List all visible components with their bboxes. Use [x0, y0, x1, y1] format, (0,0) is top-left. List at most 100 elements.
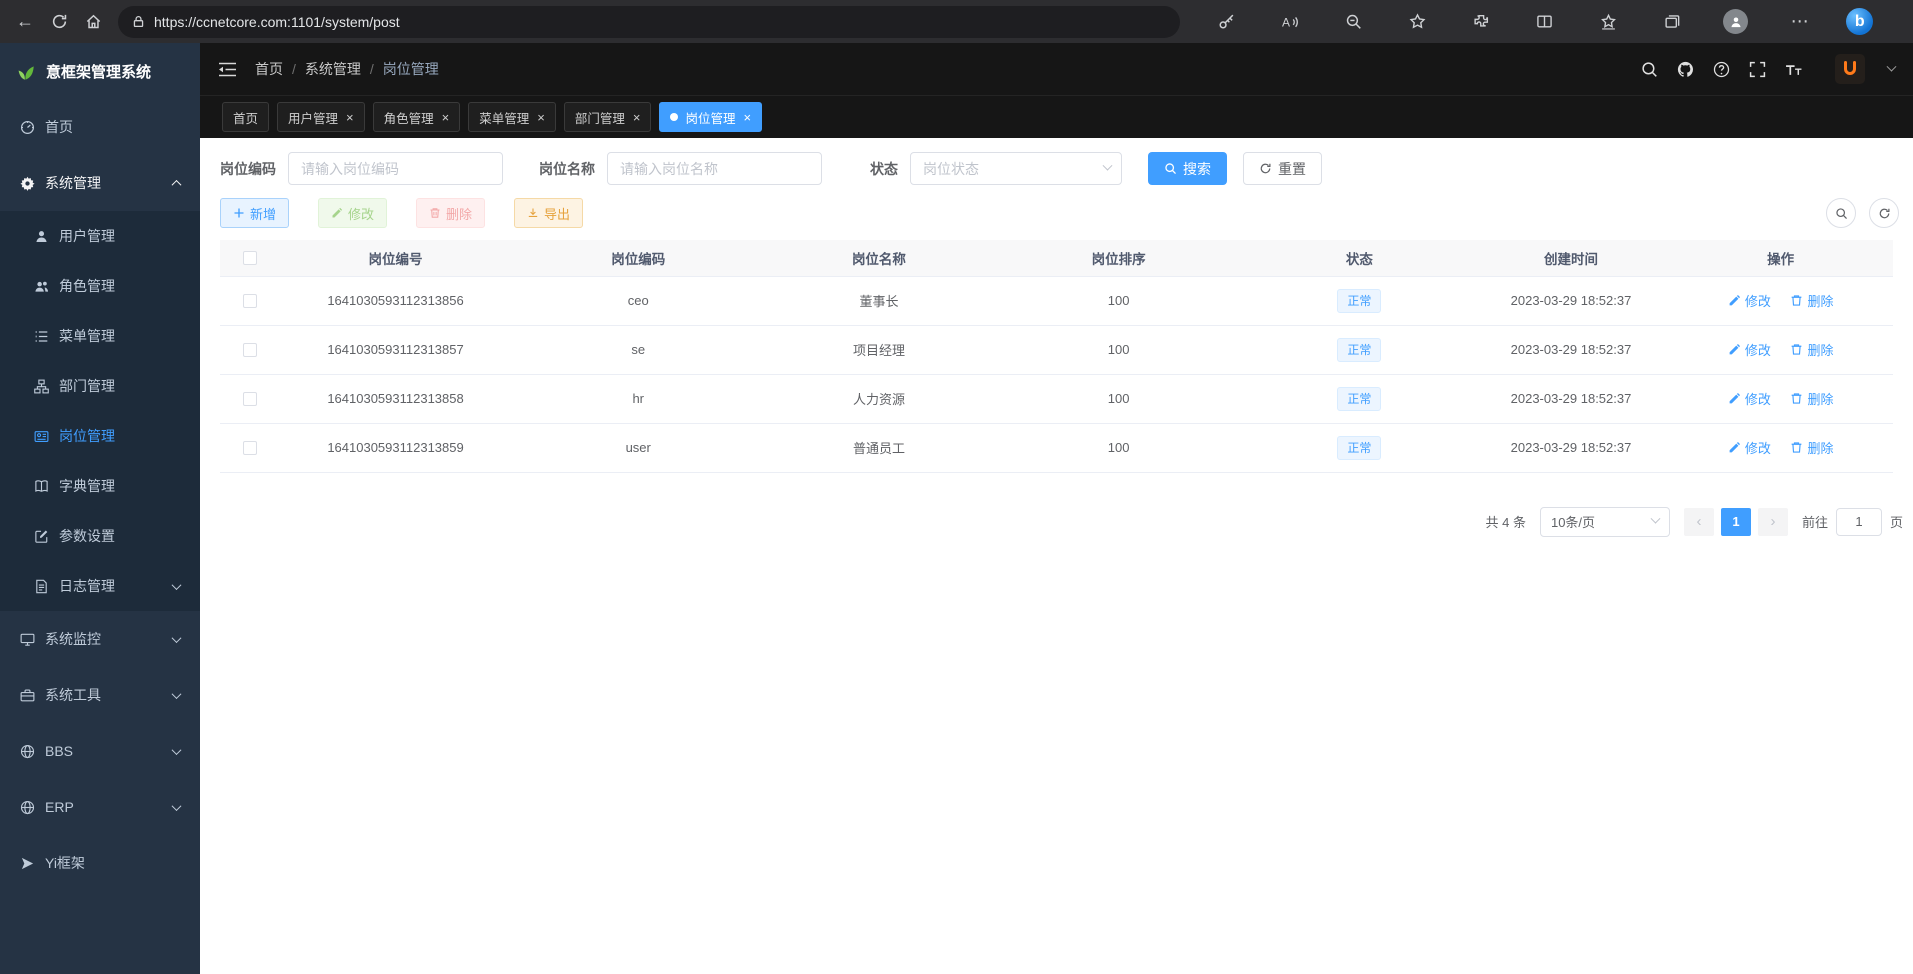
breadcrumb-item-home[interactable]: 首页: [255, 59, 283, 79]
tab-close-icon[interactable]: ×: [537, 111, 545, 124]
gear-icon: [20, 176, 35, 191]
tab-user-management[interactable]: 用户管理 ×: [277, 102, 365, 132]
next-page-button[interactable]: ›: [1758, 508, 1788, 536]
row-checkbox[interactable]: [243, 392, 257, 406]
avatar-caret-icon[interactable]: [1887, 61, 1897, 71]
add-button[interactable]: 新增: [220, 198, 289, 228]
cell-created-time: 2023-03-29 18:52:37: [1474, 423, 1669, 472]
font-size-icon[interactable]: [1785, 61, 1802, 78]
sidebar-item-dictionary[interactable]: 字典管理: [0, 461, 200, 511]
row-edit-link[interactable]: 修改: [1728, 438, 1771, 457]
cell-post-sort: 100: [992, 325, 1245, 374]
tab-post-management[interactable]: 岗位管理 ×: [659, 102, 762, 132]
goto-page-input[interactable]: [1836, 508, 1882, 536]
toggle-search-button[interactable]: [1826, 198, 1856, 228]
passwords-key-icon[interactable]: [1210, 6, 1244, 38]
tab-close-icon[interactable]: ×: [346, 111, 354, 124]
sidebar-item-menus[interactable]: 菜单管理: [0, 311, 200, 361]
sidebar-item-home[interactable]: 首页: [0, 99, 200, 155]
row-delete-link[interactable]: 删除: [1790, 389, 1833, 408]
row-delete-link[interactable]: 删除: [1790, 291, 1833, 310]
user-avatar[interactable]: [1835, 54, 1865, 84]
extensions-icon[interactable]: [1464, 6, 1498, 38]
search-button-label: 搜索: [1183, 159, 1211, 179]
sidebar-item-logs[interactable]: 日志管理: [0, 561, 200, 611]
browser-actions: A ⋯ b: [1180, 6, 1903, 38]
row-edit-link[interactable]: 修改: [1728, 340, 1771, 359]
select-all-checkbox[interactable]: [243, 251, 257, 265]
favorites-icon[interactable]: [1592, 6, 1626, 38]
menu-fold-icon[interactable]: [218, 62, 237, 77]
search-icon[interactable]: [1641, 61, 1658, 78]
current-page-button[interactable]: 1: [1721, 508, 1751, 536]
github-icon[interactable]: [1677, 61, 1694, 78]
prev-page-button[interactable]: ‹: [1684, 508, 1714, 536]
edit-button[interactable]: 修改: [318, 198, 387, 228]
sidebar-item-monitoring[interactable]: 系统监控: [0, 611, 200, 667]
logo-leaf-icon: [14, 60, 36, 82]
read-aloud-icon[interactable]: A: [1273, 6, 1307, 38]
sidebar-item-erp[interactable]: ERP: [0, 779, 200, 835]
page-buttons: ‹ 1 ›: [1684, 508, 1788, 536]
collections-icon[interactable]: [1655, 6, 1689, 38]
export-button-label: 导出: [544, 204, 570, 223]
tab-close-icon[interactable]: ×: [743, 111, 751, 124]
delete-button[interactable]: 删除: [416, 198, 485, 228]
user-icon: [34, 229, 49, 244]
export-button[interactable]: 导出: [514, 198, 583, 228]
profile-avatar[interactable]: [1719, 6, 1753, 38]
tab-home[interactable]: 首页: [222, 102, 269, 132]
add-favorite-icon[interactable]: [1401, 6, 1435, 38]
header-status: 状态: [1245, 240, 1474, 276]
tab-close-icon[interactable]: ×: [633, 111, 641, 124]
sidebar-item-roles[interactable]: 角色管理: [0, 261, 200, 311]
fullscreen-icon[interactable]: [1749, 61, 1766, 78]
refresh-table-button[interactable]: [1869, 198, 1899, 228]
sidebar-item-bbs[interactable]: BBS: [0, 723, 200, 779]
split-screen-icon[interactable]: [1528, 6, 1562, 38]
goto-page: 前往 页: [1802, 508, 1903, 536]
sidebar-item-label: 系统工具: [45, 685, 101, 705]
sidebar-item-departments[interactable]: 部门管理: [0, 361, 200, 411]
cell-post-code: se: [511, 325, 766, 374]
page-size-select[interactable]: 10条/页: [1540, 507, 1670, 537]
status-select[interactable]: 岗位状态: [910, 152, 1122, 185]
table-row: 1641030593112313859 user 普通员工 100 正常 202…: [220, 423, 1893, 472]
sidebar-item-tools[interactable]: 系统工具: [0, 667, 200, 723]
tab-close-icon[interactable]: ×: [442, 111, 450, 124]
tab-dept-management[interactable]: 部门管理 ×: [564, 102, 652, 132]
app-frame: 意框架管理系统 首页 系统管理 用户管理 角色管理 菜单管理: [0, 43, 1913, 974]
help-icon[interactable]: [1713, 61, 1730, 78]
back-icon[interactable]: ←: [8, 6, 42, 38]
breadcrumb-item-current: 岗位管理: [383, 59, 439, 79]
post-code-input[interactable]: [288, 152, 503, 185]
sidebar-item-system[interactable]: 系统管理: [0, 155, 200, 211]
row-checkbox[interactable]: [243, 294, 257, 308]
tab-menu-management[interactable]: 菜单管理 ×: [468, 102, 556, 132]
site-security-lock-icon[interactable]: [132, 15, 145, 28]
row-checkbox[interactable]: [243, 343, 257, 357]
home-icon[interactable]: [76, 6, 110, 38]
sidebar-item-parameters[interactable]: 参数设置: [0, 511, 200, 561]
more-options-icon[interactable]: ⋯: [1783, 6, 1817, 38]
search-button[interactable]: 搜索: [1148, 152, 1227, 185]
row-edit-link[interactable]: 修改: [1728, 291, 1771, 310]
zoom-icon[interactable]: [1337, 6, 1371, 38]
url-text[interactable]: https://ccnetcore.com:1101/system/post: [154, 14, 400, 30]
sidebar-item-label: 岗位管理: [59, 426, 115, 446]
tab-role-management[interactable]: 角色管理 ×: [373, 102, 461, 132]
bing-copilot-icon[interactable]: b: [1846, 8, 1873, 35]
reset-button[interactable]: 重置: [1243, 152, 1322, 185]
address-bar[interactable]: https://ccnetcore.com:1101/system/post: [118, 6, 1180, 38]
sidebar-item-posts[interactable]: 岗位管理: [0, 411, 200, 461]
sidebar-item-label: 参数设置: [59, 526, 115, 546]
row-checkbox[interactable]: [243, 441, 257, 455]
row-delete-link[interactable]: 删除: [1790, 438, 1833, 457]
refresh-icon[interactable]: [42, 6, 76, 38]
row-edit-link[interactable]: 修改: [1728, 389, 1771, 408]
sidebar-item-yi-framework[interactable]: Yi框架: [0, 835, 200, 891]
sidebar-item-users[interactable]: 用户管理: [0, 211, 200, 261]
breadcrumb-item-system[interactable]: 系统管理: [305, 59, 361, 79]
post-name-input[interactable]: [607, 152, 822, 185]
row-delete-link[interactable]: 删除: [1790, 340, 1833, 359]
